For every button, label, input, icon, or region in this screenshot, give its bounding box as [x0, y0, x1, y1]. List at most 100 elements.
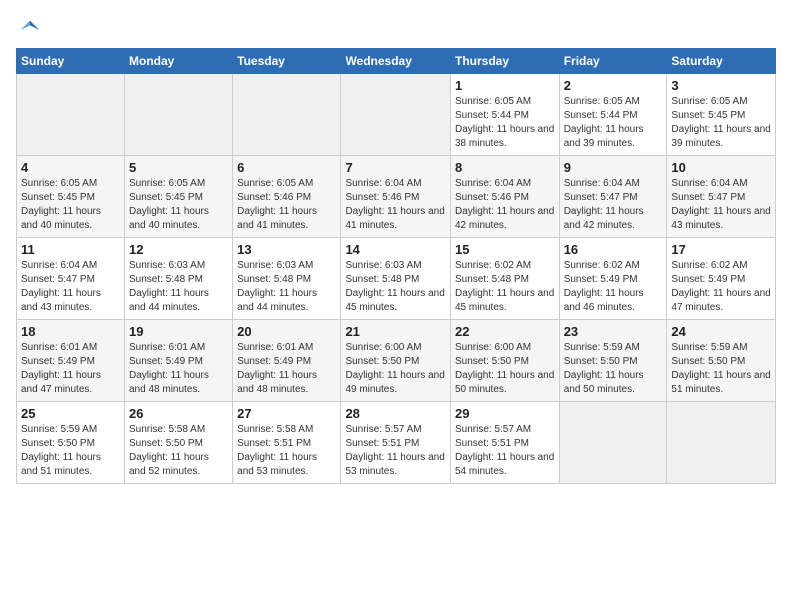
day-info: Sunrise: 6:02 AM Sunset: 5:49 PM Dayligh…: [671, 259, 771, 315]
calendar-cell: 2 Sunrise: 6:05 AM Sunset: 5:44 PM Daylig…: [559, 74, 667, 156]
day-info: Sunrise: 5:59 AM Sunset: 5:50 PM Dayligh…: [21, 423, 120, 479]
day-number: 8: [455, 160, 555, 175]
day-number: 29: [455, 406, 555, 421]
col-header-wednesday: Wednesday: [341, 49, 451, 74]
calendar-cell: 22 Sunrise: 6:00 AM Sunset: 5:50 PM Dayli…: [450, 320, 559, 402]
day-info: Sunrise: 5:59 AM Sunset: 5:50 PM Dayligh…: [671, 341, 771, 397]
week-row-4: 18 Sunrise: 6:01 AM Sunset: 5:49 PM Dayli…: [17, 320, 776, 402]
calendar-cell: 10 Sunrise: 6:04 AM Sunset: 5:47 PM Dayli…: [667, 156, 776, 238]
week-row-1: 1 Sunrise: 6:05 AM Sunset: 5:44 PM Daylig…: [17, 74, 776, 156]
calendar-cell: 3 Sunrise: 6:05 AM Sunset: 5:45 PM Daylig…: [667, 74, 776, 156]
day-info: Sunrise: 6:03 AM Sunset: 5:48 PM Dayligh…: [237, 259, 336, 315]
day-info: Sunrise: 6:04 AM Sunset: 5:47 PM Dayligh…: [21, 259, 120, 315]
calendar-cell: 16Sunrise: 6:02 AM Sunset: 5:49 PM Dayli…: [559, 238, 667, 320]
calendar-cell: 13 Sunrise: 6:03 AM Sunset: 5:48 PM Dayli…: [233, 238, 341, 320]
col-header-monday: Monday: [125, 49, 233, 74]
day-number: 11: [21, 242, 120, 257]
day-info: Sunrise: 6:05 AM Sunset: 5:45 PM Dayligh…: [671, 95, 771, 151]
day-number: 23: [564, 324, 663, 339]
calendar-cell: [667, 402, 776, 484]
calendar-table: SundayMondayTuesdayWednesdayThursdayFrid…: [16, 48, 776, 484]
calendar-cell: 1 Sunrise: 6:05 AM Sunset: 5:44 PM Daylig…: [450, 74, 559, 156]
day-number: 9: [564, 160, 663, 175]
day-number: 1: [455, 78, 555, 93]
day-info: Sunrise: 6:01 AM Sunset: 5:49 PM Dayligh…: [21, 341, 120, 397]
calendar-cell: [17, 74, 125, 156]
day-number: 14: [345, 242, 446, 257]
day-number: 28: [345, 406, 446, 421]
col-header-sunday: Sunday: [17, 49, 125, 74]
calendar-cell: 7 Sunrise: 6:04 AM Sunset: 5:46 PM Daylig…: [341, 156, 451, 238]
day-number: 13: [237, 242, 336, 257]
day-number: 21: [345, 324, 446, 339]
col-header-friday: Friday: [559, 49, 667, 74]
day-number: 15: [455, 242, 555, 257]
calendar-cell: 26 Sunrise: 5:58 AM Sunset: 5:50 PM Dayli…: [125, 402, 233, 484]
calendar-cell: [233, 74, 341, 156]
day-number: 17: [671, 242, 771, 257]
calendar-cell: 12Sunrise: 6:03 AM Sunset: 5:48 PM Dayli…: [125, 238, 233, 320]
day-info: Sunrise: 5:57 AM Sunset: 5:51 PM Dayligh…: [455, 423, 555, 479]
day-info: Sunrise: 6:00 AM Sunset: 5:50 PM Dayligh…: [345, 341, 446, 397]
col-header-thursday: Thursday: [450, 49, 559, 74]
logo-icon: [16, 16, 44, 44]
day-info: Sunrise: 6:05 AM Sunset: 5:44 PM Dayligh…: [564, 95, 663, 151]
calendar-cell: [341, 74, 451, 156]
calendar-cell: [559, 402, 667, 484]
day-info: Sunrise: 5:59 AM Sunset: 5:50 PM Dayligh…: [564, 341, 663, 397]
day-number: 4: [21, 160, 120, 175]
day-info: Sunrise: 6:03 AM Sunset: 5:48 PM Dayligh…: [345, 259, 446, 315]
week-row-5: 25 Sunrise: 5:59 AM Sunset: 5:50 PM Dayli…: [17, 402, 776, 484]
day-info: Sunrise: 5:57 AM Sunset: 5:51 PM Dayligh…: [345, 423, 446, 479]
col-header-tuesday: Tuesday: [233, 49, 341, 74]
calendar-cell: [125, 74, 233, 156]
calendar-cell: 15 Sunrise: 6:02 AM Sunset: 5:48 PM Dayli…: [450, 238, 559, 320]
calendar-cell: 11 Sunrise: 6:04 AM Sunset: 5:47 PM Dayli…: [17, 238, 125, 320]
calendar-cell: 25 Sunrise: 5:59 AM Sunset: 5:50 PM Dayli…: [17, 402, 125, 484]
calendar-cell: 21 Sunrise: 6:00 AM Sunset: 5:50 PM Dayli…: [341, 320, 451, 402]
calendar-cell: 24 Sunrise: 5:59 AM Sunset: 5:50 PM Dayli…: [667, 320, 776, 402]
calendar-cell: 19Sunrise: 6:01 AM Sunset: 5:49 PM Dayli…: [125, 320, 233, 402]
calendar-cell: 27Sunrise: 5:58 AM Sunset: 5:51 PM Dayli…: [233, 402, 341, 484]
header: [16, 16, 776, 44]
calendar-cell: 6Sunrise: 6:05 AM Sunset: 5:46 PM Daylig…: [233, 156, 341, 238]
calendar-cell: 18 Sunrise: 6:01 AM Sunset: 5:49 PM Dayli…: [17, 320, 125, 402]
col-header-saturday: Saturday: [667, 49, 776, 74]
day-info: Sunrise: 6:05 AM Sunset: 5:44 PM Dayligh…: [455, 95, 555, 151]
header-row: SundayMondayTuesdayWednesdayThursdayFrid…: [17, 49, 776, 74]
calendar-cell: 23 Sunrise: 5:59 AM Sunset: 5:50 PM Dayli…: [559, 320, 667, 402]
day-number: 3: [671, 78, 771, 93]
calendar-cell: 29 Sunrise: 5:57 AM Sunset: 5:51 PM Dayli…: [450, 402, 559, 484]
day-info: Sunrise: 6:02 AM Sunset: 5:48 PM Dayligh…: [455, 259, 555, 315]
day-number: 10: [671, 160, 771, 175]
calendar-cell: 8 Sunrise: 6:04 AM Sunset: 5:46 PM Daylig…: [450, 156, 559, 238]
day-info: Sunrise: 6:04 AM Sunset: 5:46 PM Dayligh…: [345, 177, 446, 233]
logo: [16, 16, 48, 44]
calendar-cell: 28 Sunrise: 5:57 AM Sunset: 5:51 PM Dayli…: [341, 402, 451, 484]
day-number: 25: [21, 406, 120, 421]
day-number: 12: [129, 242, 228, 257]
day-info: Sunrise: 6:02 AM Sunset: 5:49 PM Dayligh…: [564, 259, 663, 315]
day-number: 26: [129, 406, 228, 421]
day-number: 19: [129, 324, 228, 339]
day-info: Sunrise: 6:01 AM Sunset: 5:49 PM Dayligh…: [237, 341, 336, 397]
calendar-cell: 14 Sunrise: 6:03 AM Sunset: 5:48 PM Dayli…: [341, 238, 451, 320]
calendar-cell: 5 Sunrise: 6:05 AM Sunset: 5:45 PM Daylig…: [125, 156, 233, 238]
day-info: Sunrise: 6:04 AM Sunset: 5:47 PM Dayligh…: [671, 177, 771, 233]
day-number: 18: [21, 324, 120, 339]
day-number: 5: [129, 160, 228, 175]
day-info: Sunrise: 6:04 AM Sunset: 5:46 PM Dayligh…: [455, 177, 555, 233]
day-number: 24: [671, 324, 771, 339]
day-number: 7: [345, 160, 446, 175]
day-info: Sunrise: 6:04 AM Sunset: 5:47 PM Dayligh…: [564, 177, 663, 233]
day-info: Sunrise: 6:05 AM Sunset: 5:45 PM Dayligh…: [129, 177, 228, 233]
day-number: 20: [237, 324, 336, 339]
day-number: 27: [237, 406, 336, 421]
day-number: 2: [564, 78, 663, 93]
day-info: Sunrise: 6:00 AM Sunset: 5:50 PM Dayligh…: [455, 341, 555, 397]
calendar-cell: 17 Sunrise: 6:02 AM Sunset: 5:49 PM Dayli…: [667, 238, 776, 320]
week-row-2: 4 Sunrise: 6:05 AM Sunset: 5:45 PM Daylig…: [17, 156, 776, 238]
day-info: Sunrise: 5:58 AM Sunset: 5:50 PM Dayligh…: [129, 423, 228, 479]
calendar-cell: 4Sunrise: 6:05 AM Sunset: 5:45 PM Daylig…: [17, 156, 125, 238]
day-number: 22: [455, 324, 555, 339]
